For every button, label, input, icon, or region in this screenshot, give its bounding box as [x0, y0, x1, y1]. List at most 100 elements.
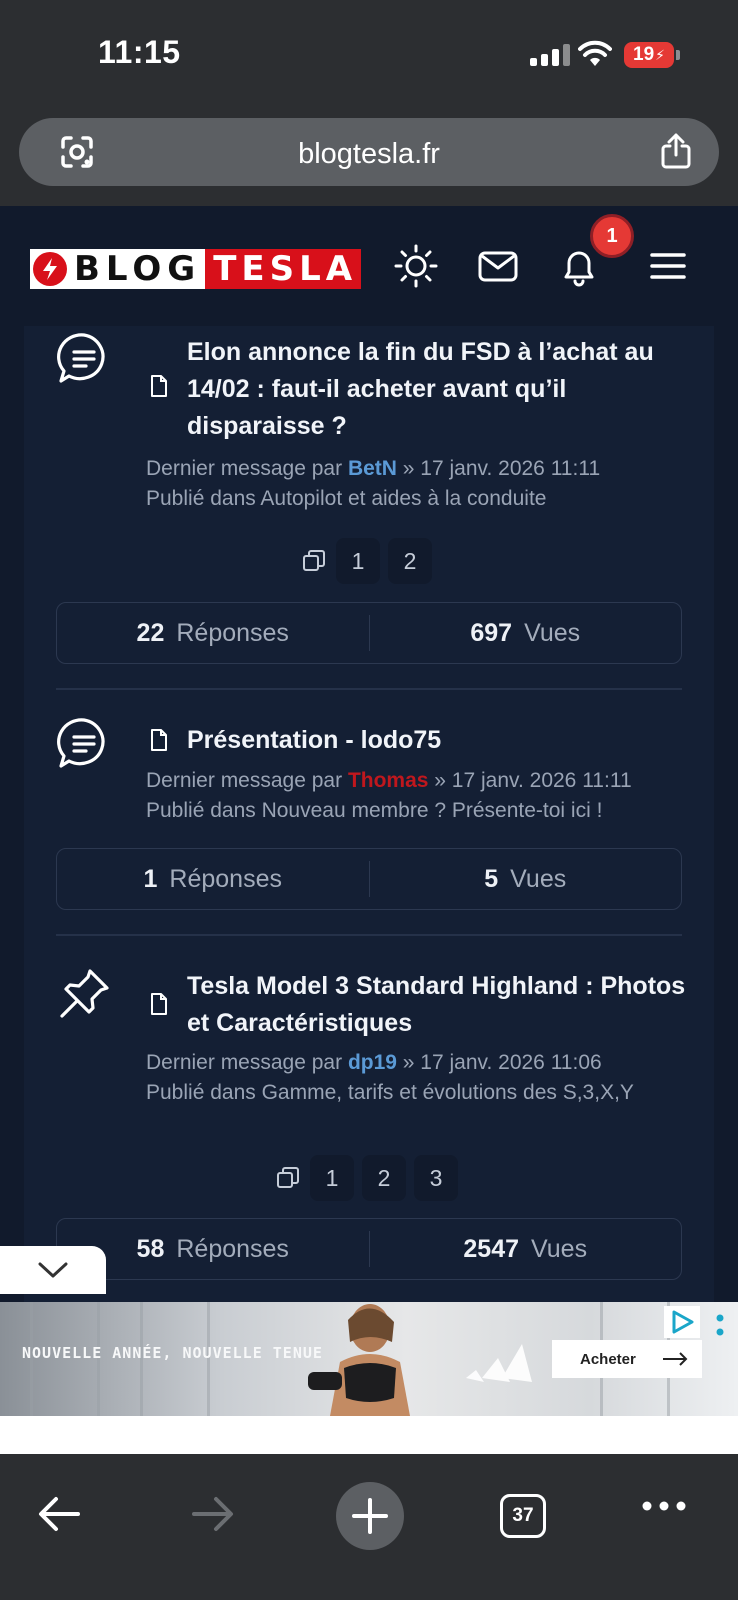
replies-count: 22 [136, 618, 165, 647]
arrow-left-icon [39, 1497, 80, 1531]
meta-prefix: Dernier message par [146, 457, 343, 480]
arrow-right-icon [192, 1497, 233, 1531]
document-icon [151, 729, 167, 751]
published-in: Publié dans Gamme, tarifs et évolutions … [146, 1081, 634, 1104]
collapse-ad-button[interactable] [0, 1246, 106, 1294]
replies-label: Réponses [176, 618, 289, 647]
document-icon [151, 993, 167, 1015]
status-time: 11:15 [98, 34, 181, 70]
replies-count: 58 [136, 1234, 165, 1263]
topic-stats: 1 Réponses 5 Vues [56, 848, 682, 910]
topic-divider [56, 934, 682, 936]
tab-switcher-button[interactable]: 37 [500, 1494, 546, 1538]
topic-stats: 58 Réponses 2547 Vues [56, 1218, 682, 1280]
back-button[interactable] [36, 1494, 82, 1534]
pages-icon [277, 1167, 299, 1188]
share-icon[interactable] [659, 132, 693, 170]
notifications-bell-icon[interactable] [557, 244, 601, 288]
status-bar: 11:15 19 ⚡ [0, 0, 738, 110]
views-stat: 5 Vues [368, 861, 682, 897]
page-button-1[interactable]: 1 [310, 1155, 354, 1201]
views-label: Vues [510, 864, 567, 893]
meta-date: » 17 janv. 2026 11:11 [402, 457, 601, 480]
chat-bubble-icon [57, 333, 105, 383]
replies-stat: 22 Réponses [57, 603, 369, 663]
forward-button[interactable] [190, 1494, 236, 1534]
ad-options-icon[interactable] [712, 1310, 728, 1346]
topic-list-panel: Elon annonce la fin du FSD à l’achat au … [24, 326, 714, 1326]
meta-prefix: Dernier message par [146, 1051, 343, 1074]
battery-cap [676, 50, 680, 60]
logo-bolt-icon [30, 249, 70, 289]
cellular-signal-icon [530, 44, 570, 66]
charging-bolt-icon: ⚡ [655, 46, 665, 63]
ad-cta-label: Acheter [580, 1350, 636, 1368]
arrow-right-icon [663, 1352, 688, 1366]
views-stat: 2547 Vues [368, 1231, 682, 1267]
published-in: Publié dans Nouveau membre ? Présente-to… [146, 799, 603, 822]
published-in: Publié dans Autopilot et aides à la cond… [146, 487, 547, 510]
views-label: Vues [531, 1234, 588, 1263]
chat-bubble-icon [57, 718, 105, 768]
new-tab-button[interactable] [336, 1482, 404, 1550]
site-logo[interactable]: BLOG TESLA [30, 249, 362, 289]
topic-meta: Dernier message par dp19 » 17 janv. 2026… [146, 1048, 686, 1108]
replies-label: Réponses [169, 864, 282, 893]
views-count: 5 [484, 864, 499, 893]
topic-title-link[interactable]: Tesla Model 3 Standard Highland : Photos… [187, 968, 697, 1042]
more-menu-button[interactable] [640, 1498, 688, 1514]
ad-cta-button[interactable]: Acheter [552, 1340, 702, 1378]
page-button-1[interactable]: 1 [336, 538, 380, 584]
theme-toggle-sun-icon[interactable] [394, 244, 438, 288]
meta-date: » 17 janv. 2026 11:11 [434, 769, 632, 792]
views-label: Vues [524, 618, 581, 647]
ad-spacer [0, 1416, 738, 1454]
topic-divider [56, 688, 682, 690]
page-button-3[interactable]: 3 [414, 1155, 458, 1201]
logo-text-blog: BLOG [74, 249, 202, 289]
meta-prefix: Dernier message par [146, 769, 343, 792]
views-stat: 697 Vues [368, 615, 682, 651]
site-header: BLOG TESLA 1 [0, 206, 738, 326]
page-button-2[interactable]: 2 [362, 1155, 406, 1201]
adchoices-icon[interactable] [664, 1306, 700, 1338]
browser-toolbar: 37 [0, 1454, 738, 1600]
wifi-icon [578, 40, 612, 66]
ad-tagline: NOUVELLE ANNÉE, NOUVELLE TENUE [22, 1344, 323, 1362]
more-dots-icon [642, 1501, 686, 1511]
meta-date: » 17 janv. 2026 11:06 [402, 1051, 602, 1074]
author-link[interactable]: Thomas [348, 769, 429, 792]
address-bar[interactable]: blogtesla.fr [19, 118, 719, 186]
topic-stats: 22 Réponses 697 Vues [56, 602, 682, 664]
adidas-logo-icon [466, 1344, 532, 1382]
pin-icon [60, 969, 109, 1018]
logo-text-tesla: TESLA [205, 249, 362, 289]
ad-banner[interactable]: NOUVELLE ANNÉE, NOUVELLE TENUE Acheter [0, 1302, 738, 1416]
url-text: blogtesla.fr [298, 138, 440, 170]
battery-level: 19 [633, 44, 655, 65]
author-link[interactable]: dp19 [348, 1051, 397, 1074]
topic-pagination: 1 2 [300, 538, 432, 584]
views-count: 2547 [463, 1234, 520, 1263]
author-link[interactable]: BetN [348, 457, 397, 480]
chevron-down-icon [38, 1262, 68, 1278]
replies-stat: 1 Réponses [57, 849, 369, 909]
document-icon [151, 375, 167, 397]
page-button-2[interactable]: 2 [388, 538, 432, 584]
replies-count: 1 [143, 864, 158, 893]
views-count: 697 [470, 618, 513, 647]
ad-model-image [308, 1304, 410, 1416]
plus-icon [352, 1498, 388, 1534]
pages-icon [303, 550, 325, 571]
topic-list-area: Elon annonce la fin du FSD à l’achat au … [0, 326, 738, 1326]
topic-title-link[interactable]: Elon annonce la fin du FSD à l’achat au … [187, 334, 697, 445]
hamburger-menu-icon[interactable] [648, 244, 688, 288]
topic-meta: Dernier message par Thomas » 17 janv. 20… [146, 766, 686, 826]
topic-title-link[interactable]: Présentation - lodo75 [187, 722, 697, 759]
notification-count-badge[interactable]: 1 [590, 214, 634, 258]
replies-label: Réponses [176, 1234, 289, 1263]
topic-meta: Dernier message par BetN » 17 janv. 2026… [146, 454, 686, 514]
battery-indicator: 19 ⚡ [624, 42, 674, 68]
browser-address-area: blogtesla.fr [0, 110, 738, 206]
messages-envelope-icon[interactable] [476, 244, 520, 288]
